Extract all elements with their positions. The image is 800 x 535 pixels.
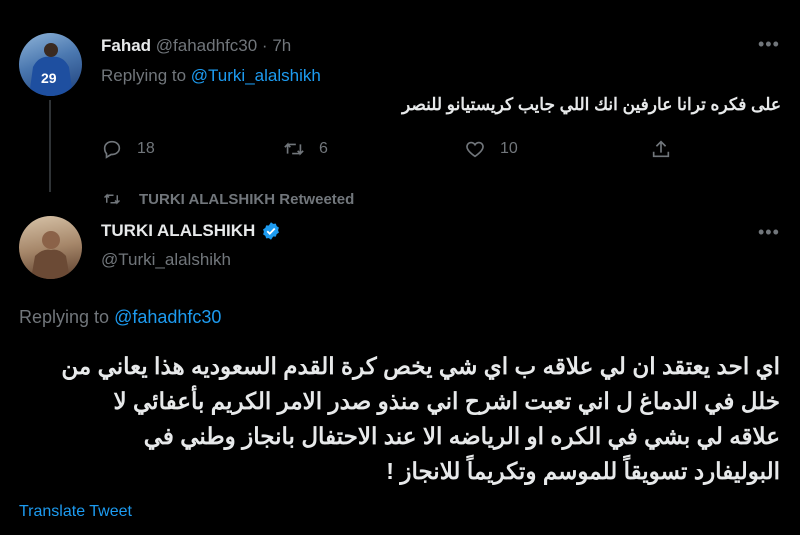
translate-tweet-link[interactable]: Translate Tweet xyxy=(19,503,132,521)
svg-text:29: 29 xyxy=(41,70,57,86)
reply-icon xyxy=(103,140,121,159)
more-options-icon[interactable]: ••• xyxy=(758,222,780,243)
retweet-count: 6 xyxy=(319,140,328,157)
tweet-text: اي احد يعتقد ان لي علاقه ب اي شي يخص كرة… xyxy=(19,349,780,489)
retweeted-by[interactable]: TURKI ALALSHIKH Retweeted xyxy=(103,190,354,208)
like-button[interactable]: 10 xyxy=(464,138,518,160)
tweet-text-line: اي احد يعتقد ان لي علاقه ب اي شي يخص كرة… xyxy=(61,353,780,379)
separator: · xyxy=(261,36,268,55)
author-handle[interactable]: @fahadhfc30 xyxy=(156,36,257,55)
thread-line xyxy=(49,100,51,192)
replying-label: Replying to xyxy=(101,66,187,85)
reply-button[interactable]: 18 xyxy=(101,138,155,160)
author-name[interactable]: Fahad xyxy=(101,36,151,55)
replying-to: Replying to @fahadhfc30 xyxy=(19,307,221,328)
share-button[interactable] xyxy=(650,138,672,160)
mention-link[interactable]: @fahadhfc30 xyxy=(114,307,221,327)
reply-count: 18 xyxy=(137,140,155,157)
avatar[interactable] xyxy=(19,216,82,279)
tweet-text: على فكره ترانا عارفين انك اللي جايب كريس… xyxy=(402,95,781,114)
replying-to: Replying to @Turki_alalshikh xyxy=(101,66,321,86)
heart-icon xyxy=(466,141,484,158)
more-options-icon[interactable]: ••• xyxy=(758,34,780,55)
timestamp[interactable]: 7h xyxy=(272,36,291,55)
retweet-button[interactable]: 6 xyxy=(283,138,328,160)
tweet-header: Fahad @fahadhfc30 · 7h xyxy=(101,36,291,56)
mention-link[interactable]: @Turki_alalshikh xyxy=(191,66,321,85)
author-name[interactable]: TURKI ALALSHIKH xyxy=(101,221,255,241)
retweet-icon xyxy=(103,193,121,205)
tweet-text-line: خلل في الدماغ ل اني تعبت اشرح اني منذو ص… xyxy=(113,388,781,414)
tweet-text-line: علاقه لي بشي في الكره او الرياضه الا عند… xyxy=(143,423,780,449)
avatar[interactable]: 29 xyxy=(19,33,82,96)
verified-badge-icon xyxy=(263,222,280,240)
retweet-icon xyxy=(284,142,304,156)
tweet-text-line: البوليفارد تسويقاً للموسم وتكريماً للانج… xyxy=(386,458,780,484)
tweet-header: TURKI ALALSHIKH xyxy=(101,221,281,241)
like-count: 10 xyxy=(500,140,518,157)
retweeted-label: TURKI ALALSHIKH Retweeted xyxy=(139,190,355,208)
author-handle[interactable]: @Turki_alalshikh xyxy=(101,250,231,270)
replying-label: Replying to xyxy=(19,307,110,327)
share-icon xyxy=(652,140,670,158)
